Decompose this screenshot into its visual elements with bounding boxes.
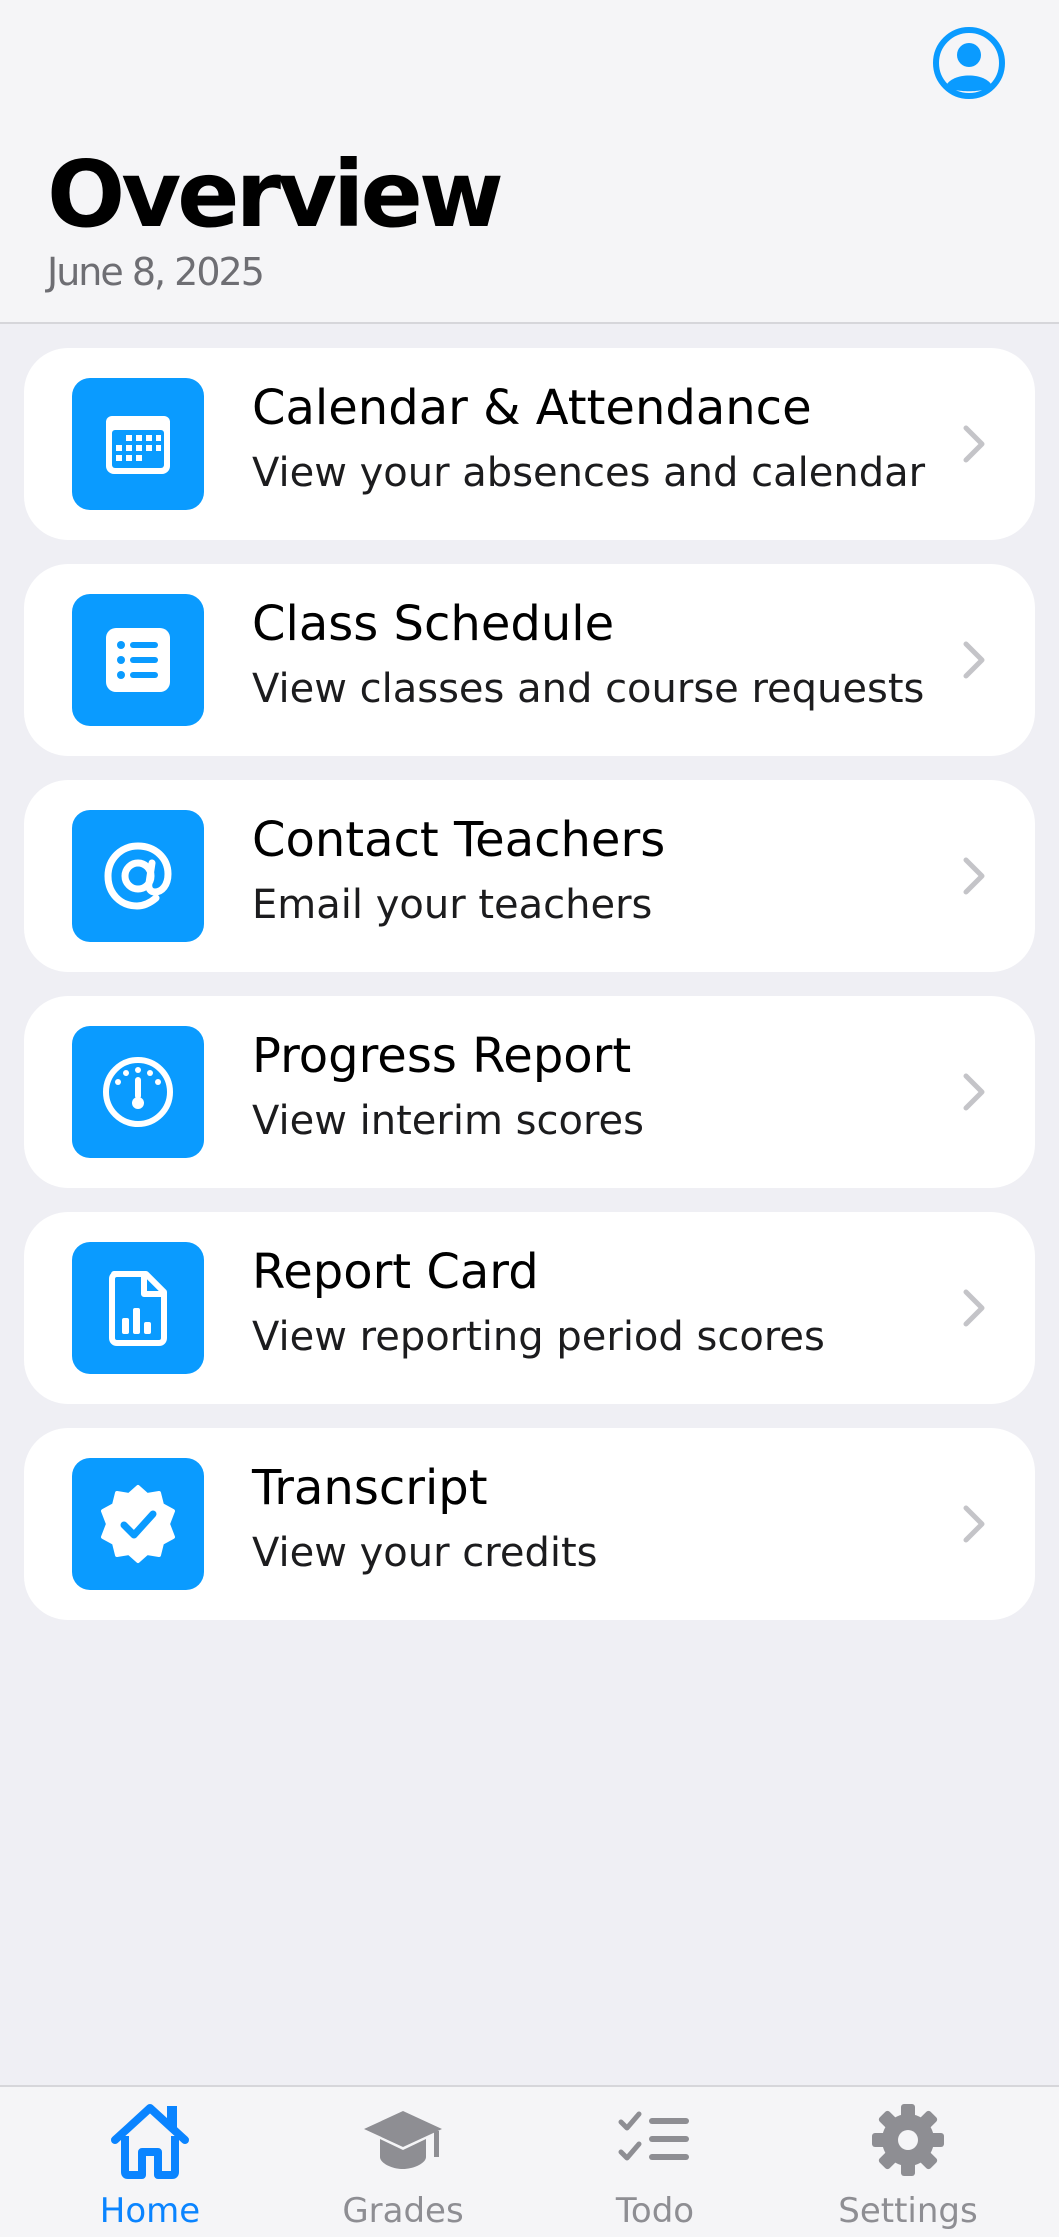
- menu-item-subtitle: View your absences and calendar: [252, 450, 926, 496]
- menu-item-title: Calendar & Attendance: [252, 380, 812, 436]
- checkmark-seal-icon: [101, 1485, 175, 1563]
- tab-bar: Home Grades Todo Settings: [0, 2085, 1059, 2237]
- tab-label: Grades: [342, 2191, 464, 2231]
- chevron-right-icon: [963, 857, 985, 895]
- checklist-icon-wrap: [610, 2095, 700, 2185]
- graduation-cap-icon: [364, 2111, 442, 2169]
- list-icon-tile: [72, 594, 204, 726]
- calendar-icon: [106, 416, 170, 474]
- gear-icon: [872, 2104, 944, 2176]
- menu-item-calendar-attendance[interactable]: Calendar & Attendance View your absences…: [24, 348, 1035, 540]
- menu-item-title: Class Schedule: [252, 596, 615, 652]
- tab-grades[interactable]: Grades: [278, 2087, 528, 2237]
- menu-item-class-schedule[interactable]: Class Schedule View classes and course r…: [24, 564, 1035, 756]
- tab-label: Todo: [615, 2191, 695, 2231]
- at-sign-icon-tile: [72, 810, 204, 942]
- menu-item-subtitle: View classes and course requests: [252, 666, 925, 712]
- profile-button[interactable]: [932, 26, 1006, 100]
- calendar-icon-tile: [72, 378, 204, 510]
- header: Overview June 8, 2025: [0, 0, 1059, 324]
- menu-item-title: Report Card: [252, 1244, 539, 1300]
- chevron-right-icon: [963, 1289, 985, 1327]
- menu-item-report-card[interactable]: Report Card View reporting period scores: [24, 1212, 1035, 1404]
- person-circle-icon: [933, 27, 1005, 99]
- document-chart-icon: [109, 1271, 167, 1346]
- gauge-icon-tile: [72, 1026, 204, 1158]
- menu-item-subtitle: View interim scores: [252, 1098, 644, 1144]
- chevron-right-icon: [963, 1505, 985, 1543]
- menu-item-title: Transcript: [252, 1460, 488, 1516]
- checkmark-seal-icon-tile: [72, 1458, 204, 1590]
- page-title: Overview: [47, 141, 504, 248]
- checklist-icon: [618, 2111, 689, 2161]
- house-icon-wrap: [105, 2095, 195, 2185]
- menu-item-title: Progress Report: [252, 1028, 632, 1084]
- menu-item-transcript[interactable]: Transcript View your credits: [24, 1428, 1035, 1620]
- tab-settings[interactable]: Settings: [783, 2087, 1033, 2237]
- menu-item-subtitle: View your credits: [252, 1530, 598, 1576]
- graduation-cap-icon-wrap: [358, 2095, 448, 2185]
- at-sign-icon: [104, 842, 172, 910]
- chevron-right-icon: [963, 641, 985, 679]
- page-date: June 8, 2025: [47, 250, 265, 294]
- list-icon: [106, 628, 170, 692]
- gear-icon-wrap: [863, 2095, 953, 2185]
- house-icon: [111, 2104, 189, 2179]
- menu-item-progress-report[interactable]: Progress Report View interim scores: [24, 996, 1035, 1188]
- gauge-icon: [103, 1057, 173, 1127]
- chevron-right-icon: [963, 425, 985, 463]
- menu-item-contact-teachers[interactable]: Contact Teachers Email your teachers: [24, 780, 1035, 972]
- menu-item-subtitle: Email your teachers: [252, 882, 653, 928]
- tab-label: Home: [99, 2191, 201, 2231]
- chevron-right-icon: [963, 1073, 985, 1111]
- tab-todo[interactable]: Todo: [530, 2087, 780, 2237]
- tab-home[interactable]: Home: [25, 2087, 275, 2237]
- tab-label: Settings: [838, 2191, 978, 2231]
- menu-item-subtitle: View reporting period scores: [252, 1314, 825, 1360]
- menu-item-title: Contact Teachers: [252, 812, 666, 868]
- document-chart-icon-tile: [72, 1242, 204, 1374]
